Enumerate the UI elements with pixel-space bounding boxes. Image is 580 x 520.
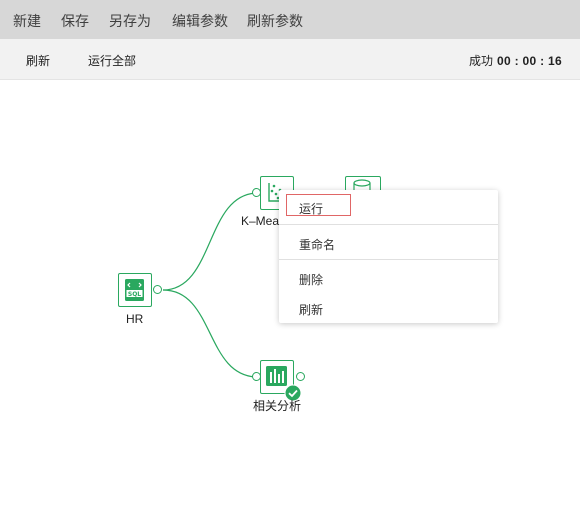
menu-refresh-params[interactable]: 刷新参数	[247, 11, 303, 31]
context-menu-run[interactable]: 运行	[299, 200, 323, 217]
node-hr-output-port[interactable]	[153, 285, 162, 294]
node-hr[interactable]: SQL	[118, 273, 152, 307]
menu-save[interactable]: 保存	[61, 11, 89, 31]
svg-text:SQL: SQL	[128, 291, 141, 298]
menu-save-as[interactable]: 另存为	[109, 11, 151, 31]
menu-new[interactable]: 新建	[13, 11, 41, 31]
link-hr-kmeans	[162, 192, 259, 291]
context-menu-divider	[279, 224, 498, 225]
node-context-menu: 运行 重命名 删除 刷新	[279, 190, 498, 323]
context-menu-divider	[279, 259, 498, 260]
node-correlation-label: 相关分析	[253, 399, 302, 413]
context-menu-refresh[interactable]: 刷新	[299, 301, 323, 318]
node-hr-label: HR	[126, 312, 144, 326]
run-status: 成功 00 : 00 : 16	[469, 52, 562, 69]
link-hr-correlation	[162, 289, 259, 378]
context-menu-rename[interactable]: 重命名	[299, 236, 335, 253]
menu-bar: 新建 保存 另存为 编辑参数 刷新参数	[0, 0, 580, 39]
refresh-button[interactable]: 刷新	[26, 52, 50, 69]
node-kmeans-label: K–Mea	[241, 214, 280, 228]
toolbar: 刷新 运行全部 成功 00 : 00 : 16	[0, 39, 580, 80]
menu-edit-params[interactable]: 编辑参数	[172, 11, 228, 31]
sql-icon: SQL	[125, 279, 144, 301]
workflow-canvas[interactable]: SQL HR K–Mea 相关分析 运行 重命名 删除 刷新	[0, 80, 580, 520]
node-correlation-output-port[interactable]	[296, 372, 305, 381]
status-label: 成功	[469, 54, 494, 68]
elapsed-time: 00 : 00 : 16	[497, 54, 562, 68]
context-menu-delete[interactable]: 删除	[299, 271, 323, 288]
run-all-button[interactable]: 运行全部	[88, 52, 136, 69]
